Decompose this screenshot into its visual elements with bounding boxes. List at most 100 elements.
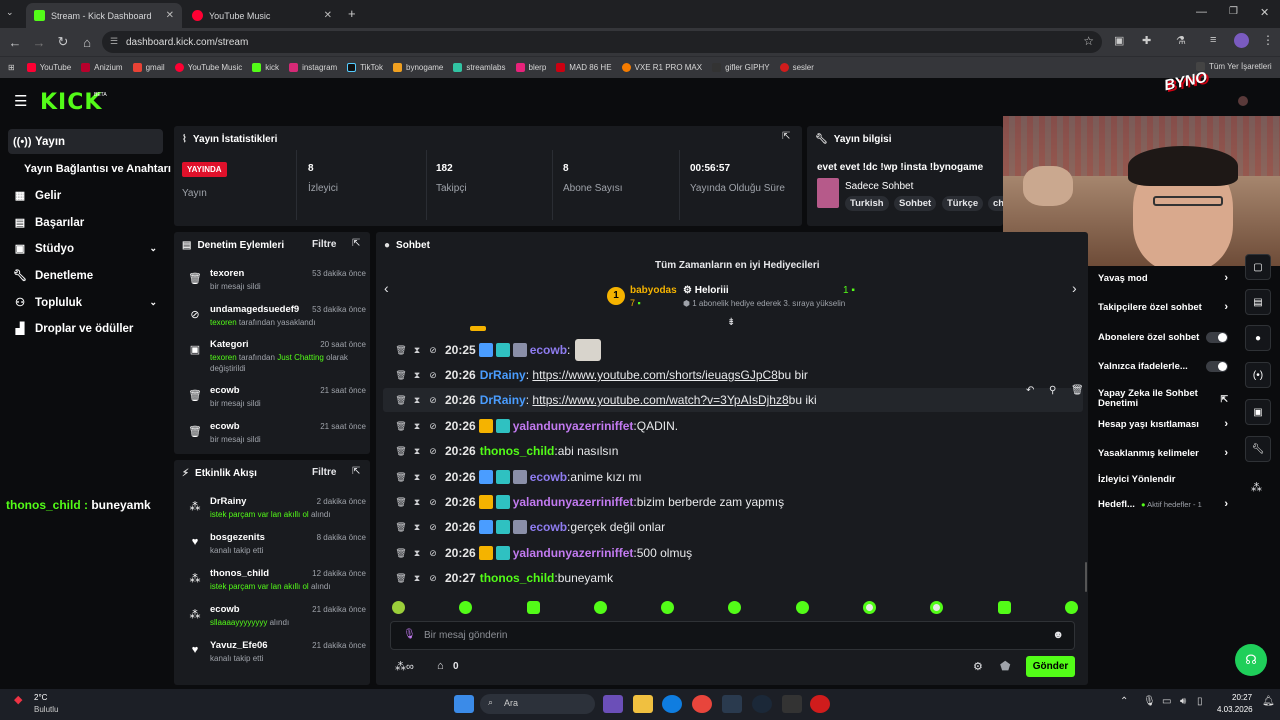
bookmark-sesler[interactable]: sesler	[779, 63, 814, 72]
pin-scroll-icon[interactable]: ⇟	[727, 317, 735, 328]
emote[interactable]	[795, 601, 809, 614]
chat-message[interactable]: 🗑︎ ⧗ ⊘ 20:26 yalandunyazerriniffet: 500 olmu…	[393, 543, 692, 563]
clock-time[interactable]: 20:27	[1232, 693, 1252, 702]
microphone-icon[interactable]: 🎙︎	[403, 629, 416, 640]
bookmark-star-icon[interactable]: ☆	[1083, 34, 1094, 48]
menu-dots-icon[interactable]: ⋮	[1262, 33, 1274, 47]
bookmark-youtube-music[interactable]: YouTube Music	[174, 63, 242, 72]
extensions-icon[interactable]: ✚	[1142, 34, 1151, 47]
chevron-right-icon[interactable]: ›	[1072, 280, 1077, 296]
popout-icon[interactable]: ⇱	[782, 131, 790, 142]
toggle-switch[interactable]	[1206, 360, 1228, 372]
account-age-setting[interactable]: Hesap yaşı kısıtlaması ›	[1098, 415, 1228, 433]
back-icon[interactable]: ←	[3, 35, 27, 50]
viewer-redirect-setting[interactable]: İzleyici Yönlendir	[1098, 470, 1228, 488]
emote[interactable]	[593, 601, 607, 614]
tag-chip[interactable]: Sohbet	[894, 196, 937, 211]
subscribers-only-setting[interactable]: Abonelere özel sohbet	[1098, 328, 1228, 346]
chat-message[interactable]: 🗑︎ ⧗ ⊘ 20:26 DrRainy: https://www.youtube.co…	[393, 390, 816, 410]
taskbar-search[interactable]: ⌕ Ara	[480, 694, 595, 714]
notes-button[interactable]: ▤	[1245, 289, 1271, 315]
close-tab-icon[interactable]: ✕	[166, 10, 174, 21]
header-avatar[interactable]	[1238, 96, 1248, 106]
chat-button[interactable]: ●	[1245, 325, 1271, 351]
sidebar-item-droplar[interactable]: ▟ Droplar ve ödüller	[8, 316, 163, 341]
queue-icon[interactable]: ≡	[1210, 34, 1216, 46]
chat-message[interactable]: 🗑︎ ⧗ ⊘ 20:26 ecowb: anime kızı mı	[393, 467, 642, 487]
filter-button[interactable]: Filtre	[312, 467, 336, 478]
close-window-icon[interactable]: ✕	[1260, 6, 1269, 19]
media-icon[interactable]: ▣	[1114, 34, 1124, 47]
emote[interactable]	[997, 601, 1011, 614]
reply-icon[interactable]: ↶	[1026, 385, 1034, 396]
edge-icon[interactable]	[662, 695, 682, 713]
taskbar-app-icon[interactable]	[603, 695, 623, 713]
bookmark-giphy[interactable]: gifler GIPHY	[712, 63, 770, 72]
emoji-icon[interactable]: ☻	[1052, 629, 1064, 641]
emote[interactable]	[392, 601, 405, 614]
bookmark-bynogame[interactable]: bynogame	[393, 63, 443, 72]
second-gifter[interactable]: ⚙︎ Heloriii	[683, 285, 729, 296]
bookmark-gmail[interactable]: gmail	[132, 63, 165, 72]
sidebar-button[interactable]: ▢	[1245, 254, 1271, 280]
tab-kick-dashboard[interactable]: Stream - Kick Dashboard ✕	[26, 3, 182, 28]
sidebar-item-gelir[interactable]: ▦ Gelir	[8, 183, 163, 208]
sidebar-item-studyo[interactable]: ▣ Stüdyo ⌄	[8, 236, 163, 261]
tray-chevron-icon[interactable]: ⌃	[1120, 696, 1128, 707]
apps-grid-icon[interactable]: ⊞	[8, 63, 15, 72]
chat-message[interactable]: 🗑︎ ⧗ ⊘ 20:26 ecowb: gerçek değil onlar	[393, 517, 665, 537]
maximize-icon[interactable]: ❐	[1229, 6, 1238, 17]
sidebar-item-basarilar[interactable]: ▤ Başarılar	[8, 210, 163, 235]
broadcast-button[interactable]: (•)	[1245, 362, 1271, 388]
emote[interactable]	[459, 601, 473, 614]
goals-setting[interactable]: Hedefl... ● Aktif hedefler - 1 ›	[1098, 495, 1228, 513]
popout-icon[interactable]: ⇱	[352, 466, 360, 477]
clock-date[interactable]: 4.03.2026	[1217, 705, 1253, 714]
emote[interactable]	[863, 601, 877, 614]
hamburger-menu-icon[interactable]: ☰	[14, 92, 27, 110]
wrench-button[interactable]: 🔧︎	[1245, 436, 1271, 462]
chat-message[interactable]: 🗑︎ ⧗ ⊘ 20:25 ecowb:	[393, 339, 602, 361]
settings-gear-icon[interactable]: ⚙︎	[973, 660, 983, 673]
tray-volume-icon[interactable]: 🔊︎	[1180, 696, 1186, 707]
notifications-icon[interactable]: 🔔︎	[1262, 696, 1275, 707]
reload-icon[interactable]: ↻	[51, 34, 75, 50]
bookmark-tiktok[interactable]: TikTok	[347, 63, 383, 72]
chat-message[interactable]: 🗑︎ ⧗ ⊘ 20:26 yalandunyazerriniffet: bizim be…	[393, 492, 784, 512]
delete-icon[interactable]: 🗑︎	[1071, 385, 1084, 396]
drops-icon[interactable]: ⁂	[1251, 481, 1262, 494]
minimize-icon[interactable]: —	[1196, 6, 1207, 18]
all-bookmarks[interactable]: Tüm Yer İşaretleri	[1196, 62, 1272, 71]
emote[interactable]	[930, 601, 944, 614]
chat-message[interactable]: 🗑︎ ⧗ ⊘ 20:26 DrRainy: https://www.youtube.co…	[393, 365, 808, 385]
points-icon[interactable]: ⁂∞	[395, 660, 414, 673]
emote[interactable]	[728, 601, 742, 614]
chrome-icon[interactable]	[692, 695, 712, 713]
monitor-button[interactable]: ▣	[1245, 399, 1271, 425]
epic-games-icon[interactable]	[782, 695, 802, 713]
weather-icon[interactable]: ◆	[14, 693, 22, 706]
emote[interactable]	[1064, 601, 1078, 614]
taskbar-red-app-icon[interactable]	[810, 695, 830, 713]
ai-moderation-setting[interactable]: Yapay Zeka ile Sohbet Denetimi ⇱	[1098, 386, 1228, 412]
tag-chip[interactable]: Turkish	[845, 196, 889, 211]
top-gifter-name[interactable]: babyodas	[630, 285, 677, 296]
chat-message[interactable]: 🗑︎ ⧗ ⊘ 20:27 thonos_child: buneyamk	[393, 568, 613, 588]
help-headset-icon[interactable]: ☊	[1235, 644, 1267, 676]
tag-chip[interactable]: ch	[988, 196, 1003, 211]
bookmark-youtube[interactable]: YouTube	[26, 63, 71, 72]
chevron-left-icon[interactable]: ‹	[384, 280, 389, 296]
bookmark-vxe[interactable]: VXE R1 PRO MAX	[621, 63, 702, 72]
close-tab-icon[interactable]: ✕	[324, 10, 332, 21]
file-explorer-icon[interactable]	[633, 695, 653, 713]
sidebar-item-yayin[interactable]: ((•)) Yayın	[8, 129, 163, 154]
site-info-icon[interactable]: ☰	[110, 36, 118, 47]
steam-icon[interactable]	[752, 695, 772, 713]
url-bar[interactable]: ☰ dashboard.kick.com/stream ☆	[102, 31, 1102, 53]
sidebar-item-stream-key[interactable]: Yayın Bağlantısı ve Anahtarı	[8, 156, 173, 181]
tray-battery-icon[interactable]: ▯	[1197, 696, 1203, 707]
send-button[interactable]: Gönder	[1026, 656, 1075, 677]
chat-link[interactable]: https://www.youtube.com/shorts/ieuagsGJp…	[532, 368, 777, 382]
store-icon[interactable]: ⌂	[437, 660, 444, 672]
category-name[interactable]: Sadece Sohbet	[845, 181, 913, 192]
